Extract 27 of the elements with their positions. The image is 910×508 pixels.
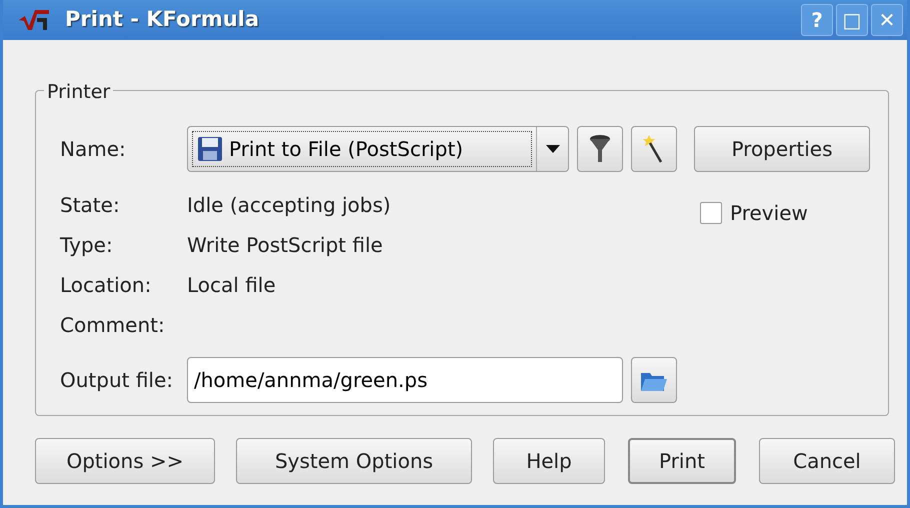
info-value: Write PostScript file bbox=[187, 232, 383, 259]
funnel-icon bbox=[589, 134, 611, 164]
dropdown-arrow-icon bbox=[546, 145, 560, 153]
output-file-field[interactable]: /home/annma/green.ps bbox=[187, 357, 623, 403]
dialog-button[interactable]: Help bbox=[493, 438, 605, 484]
dialog-button[interactable]: Print bbox=[628, 438, 736, 484]
info-label: State: bbox=[60, 192, 121, 219]
dialog-button[interactable]: Cancel bbox=[759, 438, 895, 484]
app-logo-icon bbox=[17, 8, 51, 32]
window-title: Print - KFormula bbox=[65, 6, 260, 34]
info-value: Idle (accepting jobs) bbox=[187, 192, 391, 219]
info-label: Location: bbox=[60, 272, 152, 299]
magic-wand-icon bbox=[643, 134, 665, 164]
dialog-button[interactable]: System Options bbox=[236, 438, 472, 484]
browse-button[interactable] bbox=[631, 357, 677, 403]
printer-combo[interactable]: Print to File (PostScript) bbox=[187, 126, 569, 172]
properties-button[interactable]: Properties bbox=[694, 126, 870, 172]
info-value: Local file bbox=[187, 272, 276, 299]
filter-button[interactable] bbox=[577, 126, 623, 172]
wizard-button[interactable] bbox=[631, 126, 677, 172]
output-file-label: Output file: bbox=[60, 367, 174, 394]
info-label: Comment: bbox=[60, 312, 166, 339]
preview-label: Preview bbox=[730, 200, 808, 227]
preview-checkbox[interactable] bbox=[700, 202, 722, 224]
info-label: Type: bbox=[60, 232, 114, 259]
name-label: Name: bbox=[60, 136, 127, 163]
dialog-button[interactable]: Options >> bbox=[35, 438, 215, 484]
